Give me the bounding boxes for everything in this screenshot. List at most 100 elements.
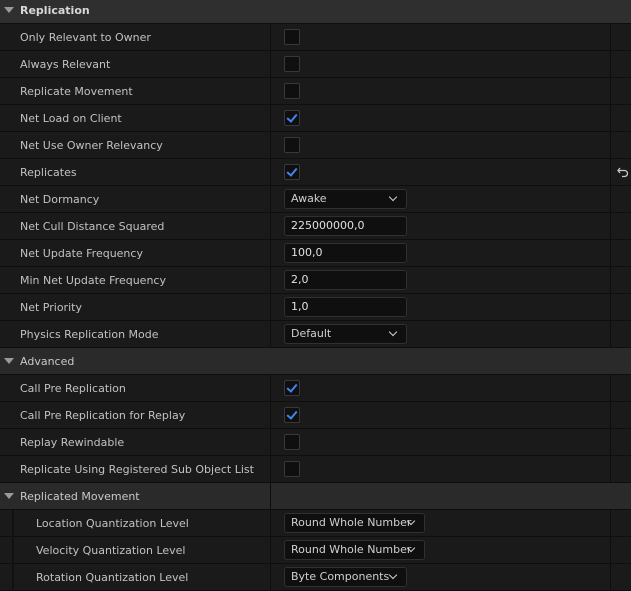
property-row-replicate-using-registered-sub-object-list: Replicate Using Registered Sub Object Li… [0, 456, 631, 483]
property-label: Call Pre Replication for Replay [20, 409, 186, 422]
property-label: Rotation Quantization Level [36, 571, 189, 584]
property-row-net-dormancy: Net Dormancy Awake [0, 186, 631, 213]
property-label: Replicates [20, 166, 77, 179]
column-splitter[interactable] [270, 429, 271, 456]
property-label: Call Pre Replication [20, 382, 126, 395]
velocity-quantization-level-dropdown[interactable]: Round Whole Number [284, 540, 425, 560]
property-row-min-net-update-frequency: Min Net Update Frequency 2,0 [0, 267, 631, 294]
replay-rewindable-checkbox[interactable] [284, 434, 300, 450]
net-dormancy-dropdown[interactable]: Awake [284, 189, 407, 209]
category-header-advanced[interactable]: Advanced [0, 348, 631, 375]
column-splitter[interactable] [270, 294, 271, 321]
replicate-using-registered-sub-object-list-checkbox[interactable] [284, 461, 300, 477]
replicates-checkbox[interactable] [284, 164, 300, 180]
column-splitter[interactable] [270, 483, 271, 510]
column-splitter [610, 402, 611, 429]
net-update-frequency-input[interactable]: 100,0 [284, 243, 407, 263]
property-row-replay-rewindable: Replay Rewindable [0, 429, 631, 456]
property-label: Location Quantization Level [36, 517, 189, 530]
column-splitter [610, 537, 611, 564]
dropdown-value: Byte Components [291, 570, 390, 583]
column-splitter[interactable] [270, 24, 271, 51]
property-label: Net Load on Client [20, 112, 122, 125]
property-row-rotation-quantization-level: Rotation Quantization Level Byte Compone… [0, 564, 631, 591]
column-splitter [610, 267, 611, 294]
expand-arrow-icon[interactable] [4, 493, 14, 499]
column-splitter[interactable] [270, 78, 271, 105]
property-label: Replay Rewindable [20, 436, 125, 449]
property-row-location-quantization-level: Location Quantization Level Round Whole … [0, 510, 631, 537]
net-load-on-client-checkbox[interactable] [284, 110, 300, 126]
net-use-owner-relevancy-checkbox[interactable] [284, 137, 300, 153]
property-row-net-cull-distance-squared: Net Cull Distance Squared 225000000,0 [0, 213, 631, 240]
chevron-down-icon [388, 327, 398, 337]
column-splitter [610, 294, 611, 321]
property-row-call-pre-replication: Call Pre Replication [0, 375, 631, 402]
property-label: Net Update Frequency [20, 247, 143, 260]
column-splitter[interactable] [270, 159, 271, 186]
property-row-physics-replication-mode: Physics Replication Mode Default [0, 321, 631, 348]
column-splitter [610, 132, 611, 159]
indent-guide [12, 537, 14, 564]
category-title: Replication [20, 4, 90, 17]
property-row-always-relevant: Always Relevant [0, 51, 631, 78]
min-net-update-frequency-input[interactable]: 2,0 [284, 270, 407, 290]
property-label: Net Cull Distance Squared [20, 220, 165, 233]
net-cull-distance-squared-input[interactable]: 225000000,0 [284, 216, 407, 236]
property-row-net-priority: Net Priority 1,0 [0, 294, 631, 321]
column-splitter[interactable] [270, 132, 271, 159]
expand-arrow-icon[interactable] [4, 7, 14, 13]
column-splitter[interactable] [270, 213, 271, 240]
property-label: Velocity Quantization Level [36, 544, 186, 557]
column-splitter [610, 105, 611, 132]
dropdown-value: Round Whole Number [291, 516, 412, 529]
column-splitter[interactable] [270, 240, 271, 267]
column-splitter [610, 213, 611, 240]
property-row-only-relevant-to-owner: Only Relevant to Owner [0, 24, 631, 51]
call-pre-replication-checkbox[interactable] [284, 380, 300, 396]
net-priority-input[interactable]: 1,0 [284, 297, 407, 317]
column-splitter [610, 510, 611, 537]
property-row-replicate-movement: Replicate Movement [0, 78, 631, 105]
chevron-down-icon [388, 570, 398, 580]
property-row-velocity-quantization-level: Velocity Quantization Level Round Whole … [0, 537, 631, 564]
always-relevant-checkbox[interactable] [284, 56, 300, 72]
call-pre-replication-for-replay-checkbox[interactable] [284, 407, 300, 423]
category-title: Advanced [20, 355, 75, 368]
column-splitter [610, 51, 611, 78]
property-row-replicates: Replicates [0, 159, 631, 186]
column-splitter[interactable] [270, 375, 271, 402]
column-splitter[interactable] [270, 105, 271, 132]
column-splitter[interactable] [270, 321, 271, 348]
category-header-replicated-movement[interactable]: Replicated Movement [0, 483, 631, 510]
column-splitter[interactable] [270, 51, 271, 78]
property-label: Net Dormancy [20, 193, 100, 206]
column-splitter[interactable] [270, 267, 271, 294]
property-row-net-update-frequency: Net Update Frequency 100,0 [0, 240, 631, 267]
details-panel-replication: Replication Only Relevant to Owner Alway… [0, 0, 631, 591]
only-relevant-to-owner-checkbox[interactable] [284, 29, 300, 45]
dropdown-value: Awake [291, 192, 327, 205]
column-splitter[interactable] [270, 564, 271, 591]
expand-arrow-icon[interactable] [4, 358, 14, 364]
column-splitter [610, 78, 611, 105]
location-quantization-level-dropdown[interactable]: Round Whole Number [284, 513, 425, 533]
column-splitter [610, 321, 611, 348]
category-title: Replicated Movement [20, 490, 140, 503]
rotation-quantization-level-dropdown[interactable]: Byte Components [284, 567, 407, 587]
reset-to-default-icon[interactable] [617, 166, 629, 178]
chevron-down-icon [388, 192, 398, 202]
column-splitter [610, 186, 611, 213]
column-splitter[interactable] [270, 186, 271, 213]
replicate-movement-checkbox[interactable] [284, 83, 300, 99]
column-splitter[interactable] [270, 537, 271, 564]
category-header-replication[interactable]: Replication [0, 0, 631, 24]
column-splitter[interactable] [270, 510, 271, 537]
column-splitter[interactable] [270, 402, 271, 429]
property-row-call-pre-replication-for-replay: Call Pre Replication for Replay [0, 402, 631, 429]
column-splitter[interactable] [270, 456, 271, 483]
property-label: Net Priority [20, 301, 82, 314]
column-splitter [610, 240, 611, 267]
physics-replication-mode-dropdown[interactable]: Default [284, 324, 407, 344]
property-row-net-load-on-client: Net Load on Client [0, 105, 631, 132]
